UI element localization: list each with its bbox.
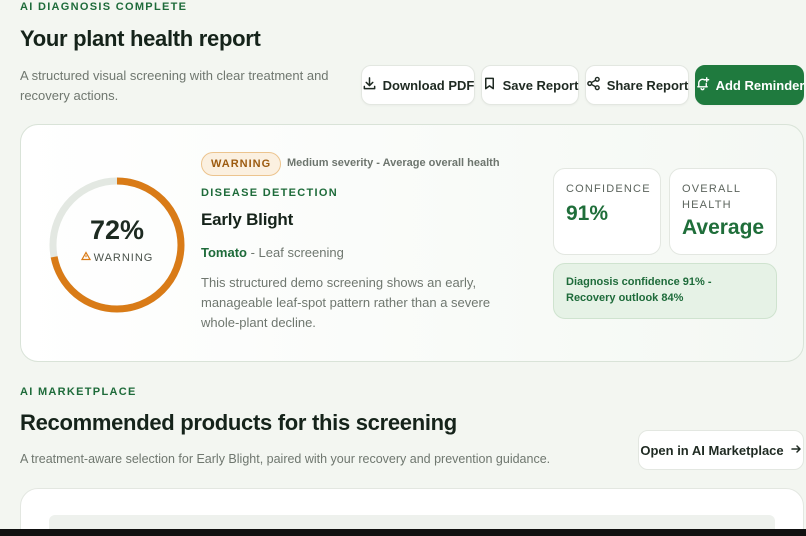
- diagnosis-card: 72% WARNING WARNING Medium severity - Av…: [20, 124, 804, 362]
- bottom-bar: [0, 529, 806, 536]
- overall-health-card: OVERALL HEALTH Average: [669, 168, 777, 255]
- severity-text: Medium severity - Average overall health: [287, 157, 500, 169]
- severity-badge: WARNING: [201, 152, 282, 176]
- crop-name: Tomato: [201, 245, 247, 260]
- confidence-card: CONFIDENCE 91%: [553, 168, 661, 255]
- marketplace-title: Recommended products for this screening: [20, 410, 457, 435]
- confidence-value: 91%: [566, 202, 609, 225]
- page-title: Your plant health report: [20, 26, 261, 51]
- arrow-right-icon: [790, 443, 802, 458]
- open-marketplace-button[interactable]: Open in AI Marketplace: [638, 430, 804, 470]
- overall-health-label: OVERALL HEALTH: [682, 183, 741, 211]
- download-icon: [362, 76, 377, 94]
- disease-detection-tag: DISEASE DETECTION: [201, 187, 339, 199]
- marketplace-tag: AI MARKETPLACE: [20, 386, 137, 398]
- crop-line: Tomato - Leaf screening: [201, 245, 344, 260]
- gauge-status: WARNING: [47, 251, 187, 264]
- add-reminder-button[interactable]: Add Reminder: [695, 65, 804, 105]
- diagnosis-description: This structured demo screening shows an …: [201, 275, 491, 330]
- eyebrow-label: AI DIAGNOSIS COMPLETE: [20, 1, 188, 13]
- save-report-label: Save Report: [502, 77, 579, 93]
- overall-health-value: Average: [682, 216, 765, 239]
- confidence-label: CONFIDENCE: [566, 183, 651, 195]
- disease-name: Early Blight: [201, 210, 294, 229]
- gauge-value: 72%: [89, 215, 145, 245]
- save-report-button[interactable]: Save Report: [481, 65, 579, 105]
- download-pdf-label: Download PDF: [382, 77, 475, 93]
- outlook-panel: Diagnosis confidence 91% - Recovery outl…: [553, 263, 777, 319]
- alert-icon: [80, 251, 91, 264]
- bookmark-icon: [482, 76, 497, 94]
- add-reminder-label: Add Reminder: [715, 77, 805, 93]
- scan-type: - Leaf screening: [246, 245, 344, 260]
- share-report-label: Share Report: [606, 77, 689, 93]
- open-marketplace-label: Open in AI Marketplace: [640, 442, 784, 458]
- download-pdf-button[interactable]: Download PDF: [361, 65, 475, 105]
- marketplace-subtitle: A treatment-aware selection for Early Bl…: [20, 452, 551, 466]
- page-subtitle: A structured visual screening with clear…: [20, 68, 329, 103]
- share-icon: [586, 76, 601, 94]
- gauge-status-label: WARNING: [93, 251, 154, 264]
- share-report-button[interactable]: Share Report: [585, 65, 689, 105]
- bell-plus-icon: [695, 76, 710, 94]
